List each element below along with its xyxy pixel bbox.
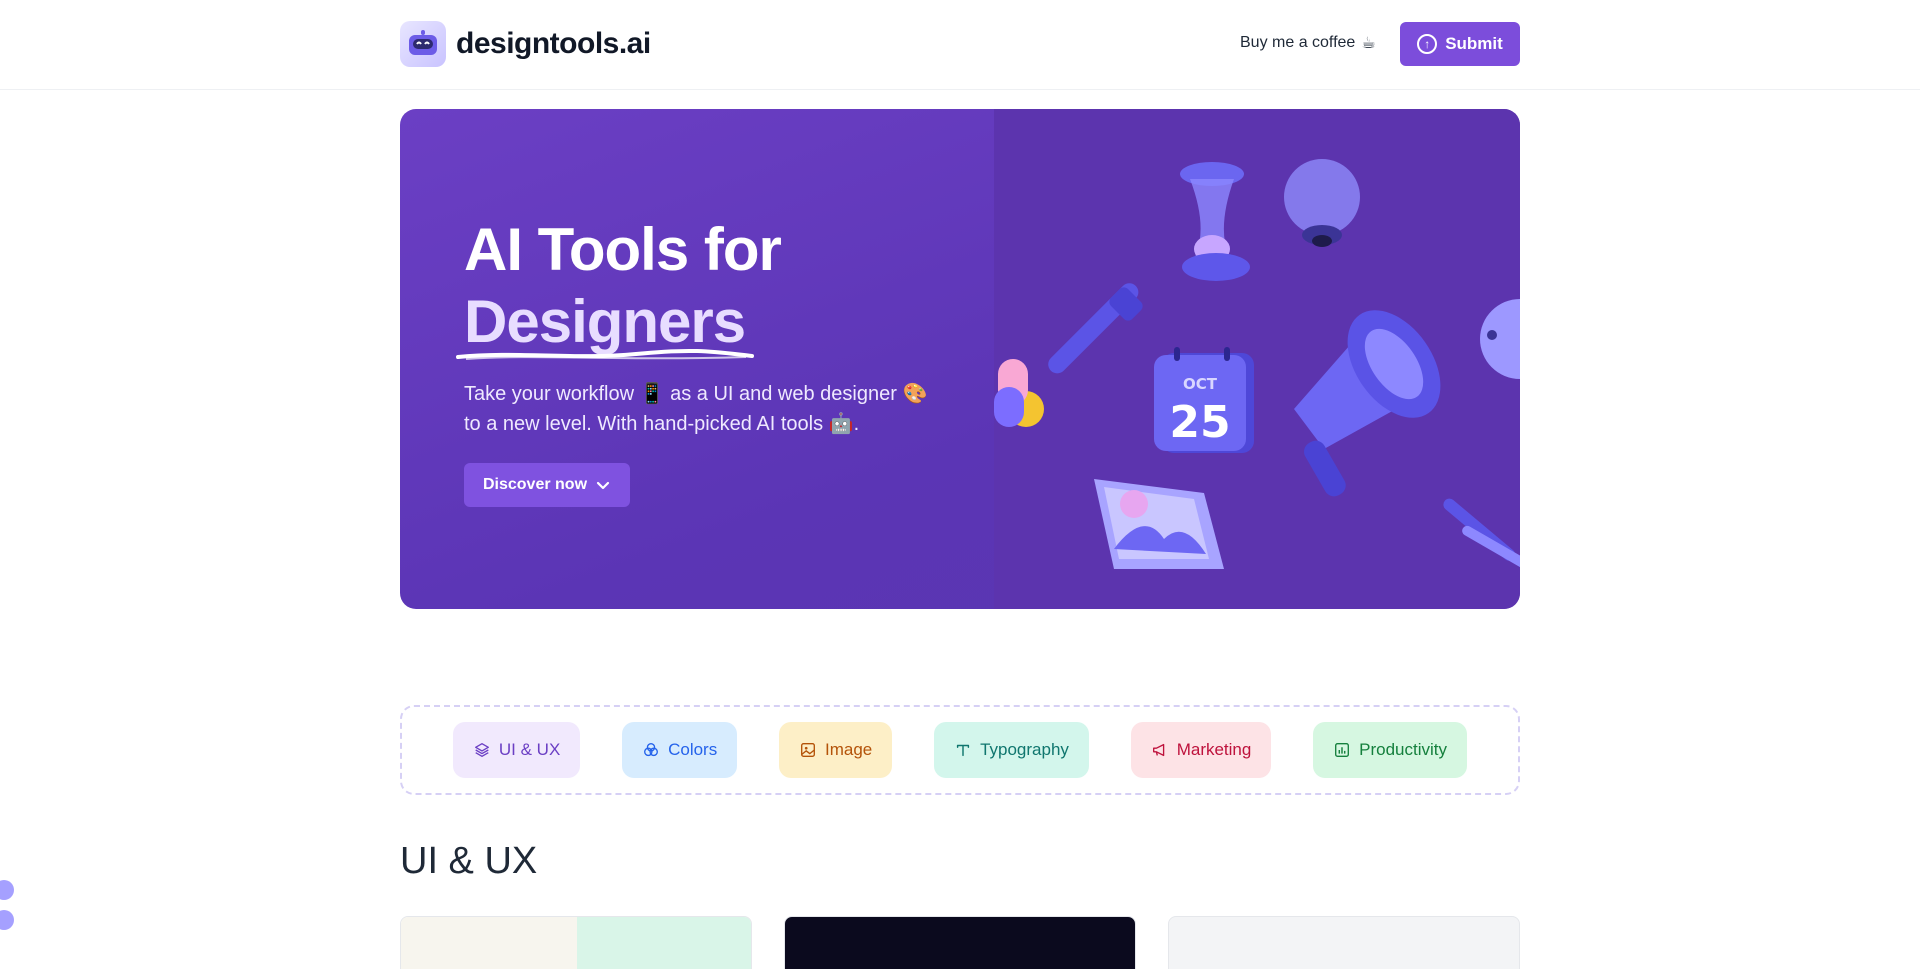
- category-colors[interactable]: Colors: [622, 722, 738, 778]
- image-card-icon: [1094, 479, 1224, 569]
- calendar-day: 25: [1169, 397, 1230, 448]
- type-icon: [956, 744, 970, 757]
- hero-title-line2: Designers: [464, 288, 746, 355]
- emoji-face-icon: [1480, 299, 1520, 379]
- discover-label: Discover now: [482, 476, 588, 493]
- hero-illustration: OCT 25: [994, 109, 1520, 609]
- circles-icon: [644, 743, 659, 757]
- hourglass-icon: [1180, 162, 1250, 281]
- category-label: UI & UX: [498, 740, 561, 759]
- hero-subtitle-line2: to a new level. With hand-picked AI tool…: [464, 409, 964, 439]
- hero-subtitle-line1: Take your workflow 📱 as a UI and web des…: [464, 379, 964, 409]
- tool-card[interactable]: [1168, 916, 1520, 969]
- hero-subtitle: Take your workflow 📱 as a UI and web des…: [464, 379, 964, 439]
- tool-cards-grid: [400, 916, 1520, 969]
- category-label: Typography: [980, 740, 1069, 759]
- subtitle-text: .: [853, 413, 860, 435]
- robot-logo-icon: [400, 21, 446, 67]
- buy-me-a-coffee-link[interactable]: Buy me a coffee ☕: [1240, 33, 1376, 53]
- chevron-down-icon: [596, 481, 610, 490]
- widget-dot: [0, 880, 14, 900]
- subtitle-text: to a new level. With hand-picked AI tool…: [464, 413, 824, 435]
- image-icon: [801, 743, 815, 757]
- widget-dot: [0, 910, 14, 930]
- hero-title: AI Tools for Designers: [456, 214, 782, 360]
- category-typography[interactable]: Typography: [934, 722, 1089, 778]
- chart-icon: [1335, 743, 1350, 757]
- logo-text: designtools.ai: [456, 27, 651, 60]
- section-title: UI & UX: [400, 840, 538, 882]
- tools-icon: [1443, 498, 1520, 571]
- submit-label: Submit: [1445, 34, 1503, 53]
- subtitle-text: Take your workflow: [464, 383, 635, 405]
- tool-card[interactable]: [400, 916, 752, 969]
- card-preview-right: [577, 917, 751, 969]
- discover-now-button[interactable]: Discover now: [464, 463, 630, 507]
- category-ui-ux[interactable]: UI & UX: [452, 722, 581, 778]
- category-marketing[interactable]: Marketing: [1130, 722, 1272, 778]
- robot-icon: 🤖: [828, 413, 854, 435]
- phone-icon: 📱: [639, 383, 665, 405]
- hero-title-line1: AI Tools for: [464, 216, 782, 283]
- submit-button[interactable]: ↑ Submit: [1400, 22, 1520, 66]
- megaphone-icon: [1294, 310, 1441, 497]
- calendar-icon: OCT 25: [1154, 347, 1254, 453]
- category-label: Colors: [668, 740, 718, 759]
- lightbulb-icon: [1284, 159, 1360, 247]
- hero-title-accent: Designers: [456, 286, 754, 360]
- category-label: Marketing: [1176, 740, 1252, 759]
- calendar-month: OCT: [1183, 375, 1218, 393]
- subtitle-text: as a UI and web designer: [670, 383, 897, 405]
- floating-widget[interactable]: [0, 880, 14, 940]
- category-label: Image: [825, 740, 873, 759]
- card-preview-left: [401, 917, 577, 969]
- tool-card[interactable]: [784, 916, 1136, 969]
- layers-icon: [474, 743, 489, 757]
- arrow-up-circle-icon: ↑: [1417, 34, 1438, 54]
- category-label: Productivity: [1359, 740, 1448, 759]
- coffee-label: Buy me a coffee: [1240, 34, 1356, 51]
- megaphone-icon: [1152, 743, 1164, 757]
- coffee-icon: ☕: [1361, 35, 1376, 52]
- site-header: designtools.ai Buy me a coffee ☕ ↑ Submi…: [0, 0, 1920, 90]
- site-logo[interactable]: designtools.ai: [400, 21, 651, 67]
- color-swatch-icon: [994, 359, 1044, 427]
- category-productivity[interactable]: Productivity: [1313, 722, 1468, 778]
- underline-scribble-icon: [456, 348, 754, 360]
- category-image[interactable]: Image: [779, 722, 893, 778]
- pipette-icon: [1048, 283, 1143, 374]
- category-filter-bar: UI & UX Colors Image Typography Marketin…: [400, 705, 1520, 795]
- palette-icon: 🎨: [902, 383, 928, 405]
- hero-banner: OCT 25 AI Tools for Designers Take your …: [400, 109, 1520, 609]
